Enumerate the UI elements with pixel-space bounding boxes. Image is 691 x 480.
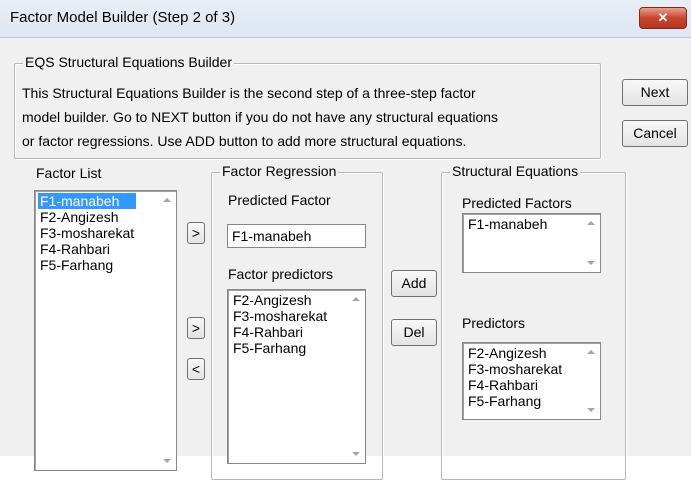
scroll-down-icon[interactable] — [587, 261, 595, 265]
predicted-factors-label: Predicted Factors — [462, 195, 572, 211]
structural-equations-group-title: Structural Equations — [450, 163, 581, 179]
scroll-up-icon[interactable] — [163, 198, 171, 202]
intro-group-title: EQS Structural Equations Builder — [23, 54, 234, 70]
predicted-factor-value: F1-manabeh — [232, 228, 312, 244]
move-to-predictors-button[interactable]: > — [187, 317, 205, 339]
list-item[interactable]: F3-mosharekat — [231, 308, 329, 324]
factor-predictors-items: F2-Angizesh F3-mosharekat F4-Rahbari F5-… — [231, 292, 329, 356]
add-button[interactable]: Add — [391, 270, 437, 297]
list-item[interactable]: F2-Angizesh — [231, 292, 329, 308]
intro-group: EQS Structural Equations Builder This St… — [14, 54, 602, 159]
factor-predictors-label: Factor predictors — [228, 266, 334, 282]
predicted-factors-items: F1-manabeh — [466, 216, 549, 232]
predicted-factors-scrollbar[interactable] — [583, 215, 599, 271]
close-button[interactable]: ✕ — [639, 7, 687, 29]
predicted-factors-list[interactable]: F1-manabeh — [462, 213, 601, 273]
chevron-left-icon: < — [191, 361, 201, 377]
list-item[interactable]: F1-manabeh — [38, 193, 137, 209]
list-item[interactable]: F1-manabeh — [466, 216, 549, 232]
move-to-predicted-button[interactable]: > — [187, 222, 205, 244]
list-item[interactable]: F4-Rahbari — [231, 324, 329, 340]
factor-predictors-list[interactable]: F2-Angizesh F3-mosharekat F4-Rahbari F5-… — [227, 289, 366, 464]
scroll-down-icon[interactable] — [587, 408, 595, 412]
scroll-up-icon[interactable] — [587, 221, 595, 225]
close-icon: ✕ — [657, 10, 669, 25]
scroll-up-icon[interactable] — [352, 297, 360, 301]
list-item[interactable]: F2-Angizesh — [38, 209, 136, 225]
intro-line: model builder. Go to NEXT button if you … — [22, 109, 499, 125]
factor-list-scrollbar[interactable] — [159, 192, 175, 469]
cancel-button[interactable]: Cancel — [622, 120, 688, 147]
predicted-factor-label: Predicted Factor — [228, 192, 331, 208]
list-item[interactable]: F4-Rahbari — [466, 377, 564, 393]
remove-predictor-button[interactable]: < — [187, 358, 205, 380]
del-button[interactable]: Del — [391, 319, 437, 346]
predictors-items: F2-Angizesh F3-mosharekat F4-Rahbari F5-… — [466, 345, 564, 409]
intro-line: This Structural Equations Builder is the… — [22, 85, 476, 101]
window-title: Factor Model Builder (Step 2 of 3) — [10, 9, 236, 26]
factor-list-items: F1-manabeh F2-Angizesh F3-mosharekat F4-… — [38, 193, 137, 273]
chevron-right-icon: > — [191, 320, 201, 336]
factor-regression-group-title: Factor Regression — [220, 163, 339, 179]
cancel-button-label: Cancel — [633, 125, 677, 141]
intro-line: or factor regressions. Use ADD button to… — [22, 133, 467, 149]
list-item[interactable]: F3-mosharekat — [466, 361, 564, 377]
list-item[interactable]: F2-Angizesh — [466, 345, 564, 361]
list-item[interactable]: F4-Rahbari — [38, 241, 136, 257]
predicted-factor-field[interactable]: F1-manabeh — [227, 224, 366, 248]
next-button-label: Next — [640, 84, 670, 100]
add-button-label: Add — [401, 275, 427, 291]
next-button[interactable]: Next — [622, 79, 688, 106]
del-button-label: Del — [403, 324, 425, 340]
list-item[interactable]: F5-Farhang — [231, 340, 329, 356]
factor-list[interactable]: F1-manabeh F2-Angizesh F3-mosharekat F4-… — [34, 190, 177, 471]
title-bar[interactable]: Factor Model Builder (Step 2 of 3) ✕ — [0, 0, 691, 38]
scroll-up-icon[interactable] — [587, 350, 595, 354]
predictors-scrollbar[interactable] — [583, 344, 599, 418]
scroll-down-icon[interactable] — [352, 452, 360, 456]
list-item[interactable]: F3-mosharekat — [38, 225, 136, 241]
intro-description: This Structural Equations Builder is the… — [22, 81, 602, 153]
list-item[interactable]: F5-Farhang — [466, 393, 564, 409]
factor-predictors-scrollbar[interactable] — [348, 291, 364, 462]
list-item[interactable]: F5-Farhang — [38, 257, 136, 273]
factor-list-label: Factor List — [36, 165, 102, 181]
dialog-client-area: EQS Structural Equations Builder This St… — [0, 38, 691, 480]
scroll-down-icon[interactable] — [163, 459, 171, 463]
chevron-right-icon: > — [191, 225, 201, 241]
predictors-list[interactable]: F2-Angizesh F3-mosharekat F4-Rahbari F5-… — [462, 342, 601, 420]
predictors-label: Predictors — [462, 315, 526, 331]
